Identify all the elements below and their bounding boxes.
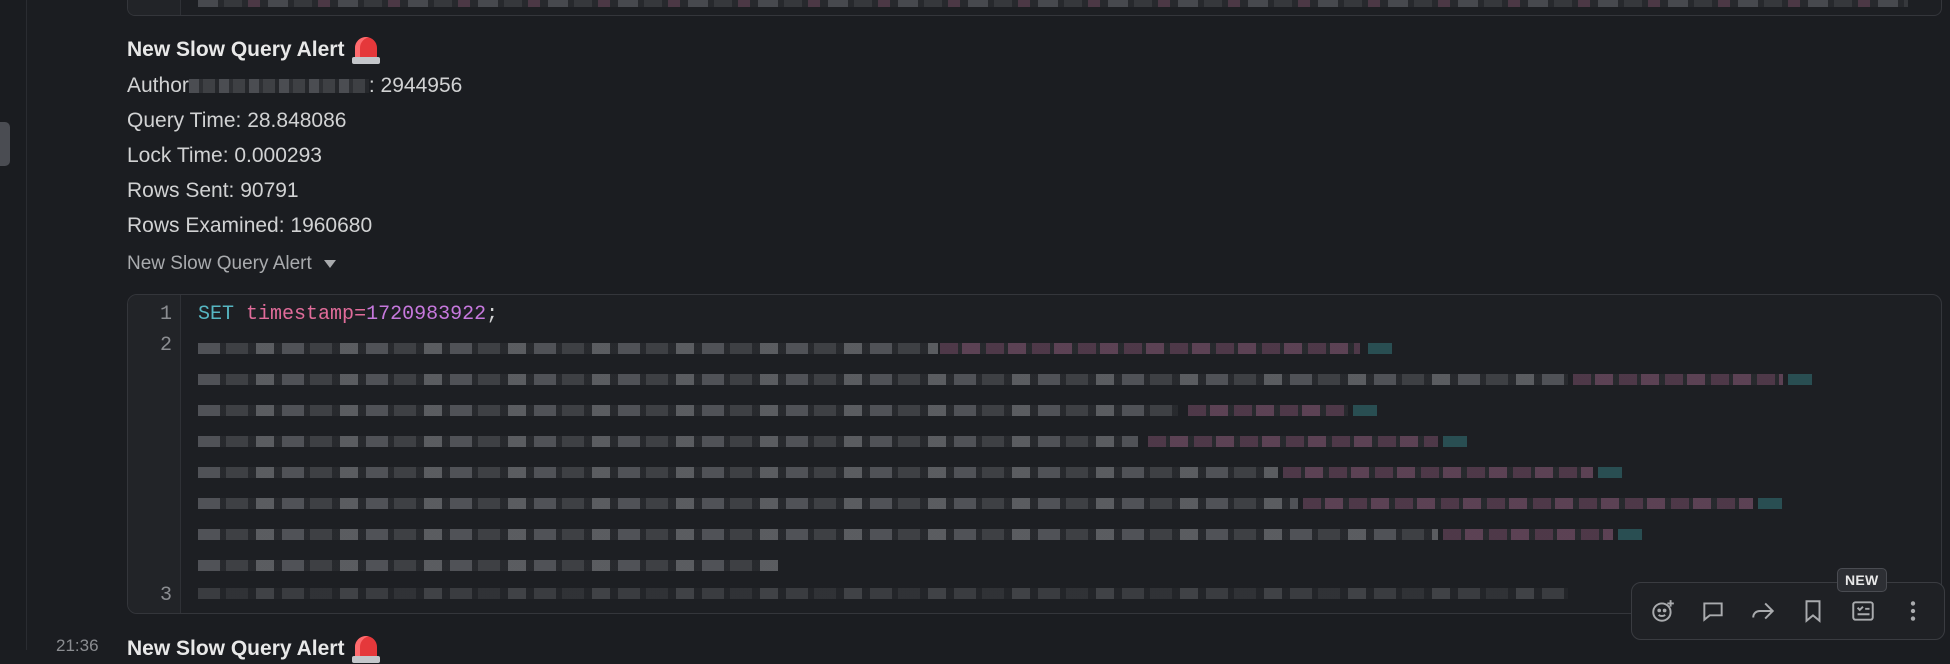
redacted-code: [1353, 405, 1377, 416]
redacted-code: [1443, 436, 1467, 447]
collapse-label: New Slow Query Alert: [127, 253, 312, 274]
redacted-code: [198, 529, 1438, 540]
message-title-row: New Slow Query Alert: [127, 32, 1940, 68]
redacted-code: [198, 405, 1178, 416]
next-message-title: New Slow Query Alert: [127, 637, 345, 660]
redacted-code: [1283, 467, 1593, 478]
redacted-code: [1788, 374, 1812, 385]
lock-time: Lock Time: 0.000293: [127, 144, 322, 167]
new-feature-badge: NEW: [1837, 568, 1887, 592]
emoji-reaction-button[interactable]: [1643, 591, 1683, 631]
redacted-code: [1573, 374, 1783, 385]
message-title: New Slow Query Alert: [127, 38, 345, 61]
sql-keyword: SET: [198, 303, 235, 326]
sql-terminator: ;: [486, 303, 499, 326]
add-to-list-icon: [1852, 601, 1874, 621]
redacted-code: [198, 0, 1908, 7]
redacted-code: [198, 436, 1138, 447]
redacted-author-name: [188, 79, 369, 94]
rows-sent: Rows Sent: 90791: [127, 179, 299, 202]
left-rail: [0, 0, 27, 650]
redacted-code: [198, 374, 1568, 385]
line-number: 3: [159, 584, 172, 607]
caret-down-icon: [323, 260, 336, 268]
sql-code-block[interactable]: 1 2 3 SET timestamp=1720983922;: [127, 294, 1942, 614]
rail-scroll-handle[interactable]: [0, 122, 10, 166]
forward-icon: [1752, 602, 1775, 620]
reply-in-thread-button[interactable]: [1693, 591, 1733, 631]
line-number: 2: [159, 334, 172, 357]
bookmark-icon: [1805, 600, 1821, 623]
query-time: Query Time: 28.848086: [127, 109, 347, 132]
redacted-code: [1148, 436, 1438, 447]
forward-button[interactable]: [1743, 591, 1783, 631]
previous-code-gutter: [128, 0, 181, 15]
redacted-code: [1443, 529, 1613, 540]
rotating-light-icon: [352, 35, 381, 65]
attachment-collapse-toggle[interactable]: New Slow Query Alert: [127, 249, 1940, 279]
add-to-list-button[interactable]: [1843, 591, 1883, 631]
redacted-code: [1758, 498, 1782, 509]
alert-message: New Slow Query Alert Author : 2944956 Que…: [127, 32, 1940, 279]
redacted-code: [198, 467, 1278, 478]
line-number: 1: [159, 303, 172, 326]
emoji-reaction-icon: [1652, 600, 1674, 622]
redacted-code: [1618, 529, 1642, 540]
author-line: Author : 2944956: [127, 68, 1940, 103]
more-actions-icon: [1910, 601, 1916, 621]
rotating-light-icon: [352, 634, 381, 664]
redacted-code: [1303, 498, 1753, 509]
redacted-code: [1368, 343, 1392, 354]
author-value: : 2944956: [368, 74, 463, 97]
redacted-code: [198, 560, 778, 571]
code-line-1: SET timestamp=1720983922;: [198, 303, 498, 326]
redacted-code: [940, 343, 1360, 354]
more-actions-button[interactable]: [1893, 591, 1933, 631]
rows-examined: Rows Examined: 1960680: [127, 214, 373, 237]
sql-variable: timestamp: [246, 303, 355, 326]
sql-operator: =: [354, 303, 367, 326]
redacted-code: [198, 343, 938, 354]
bookmark-button[interactable]: [1793, 591, 1833, 631]
author-label: Author: [127, 74, 189, 97]
reply-in-thread-icon: [1703, 602, 1723, 622]
redacted-code: [1188, 405, 1348, 416]
message-actions-toolbar: [1631, 582, 1945, 640]
message-timestamp: 21:36: [56, 636, 99, 655]
sql-value: 1720983922: [366, 303, 487, 326]
redacted-code: [198, 498, 1298, 509]
redacted-code: [198, 588, 1568, 599]
next-message-title-row: New Slow Query Alert: [127, 634, 381, 664]
code-gutter: 1 2 3: [128, 295, 181, 613]
previous-code-block: [127, 0, 1942, 16]
redacted-code: [1598, 467, 1622, 478]
